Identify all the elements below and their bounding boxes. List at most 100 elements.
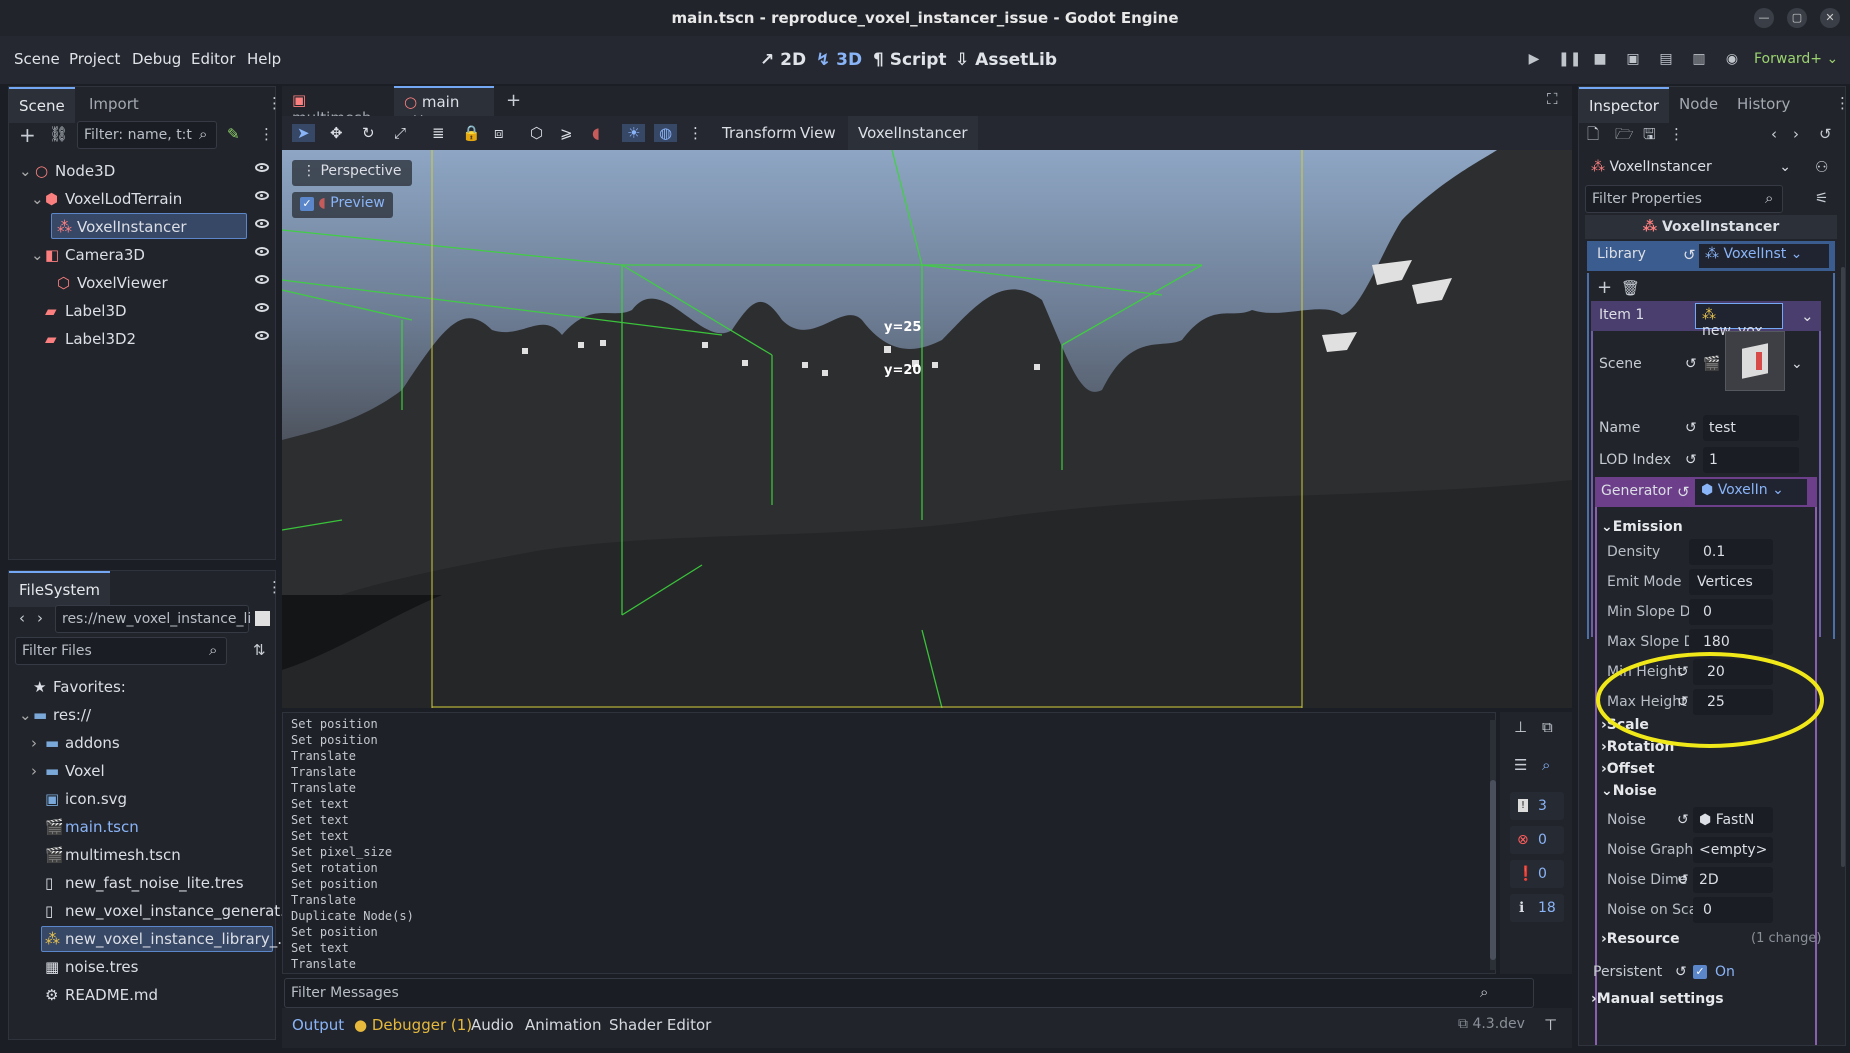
perspective-menu[interactable]: ⋮ Perspective: [292, 160, 412, 186]
group-icon[interactable]: ⧈: [494, 124, 504, 142]
move-tool-icon[interactable]: ✥: [330, 124, 343, 142]
min-slope-property[interactable]: Min Slope De 0: [1593, 597, 1845, 627]
scrollbar[interactable]: [1490, 720, 1496, 970]
noise-graph-property[interactable]: Noise Graph <empty>: [1593, 835, 1845, 865]
menu-kebab-icon[interactable]: ⋮: [1835, 96, 1845, 111]
3d-viewport[interactable]: y=25 y=20 ⋮ Perspective ✓ ◖ Preview: [282, 150, 1572, 708]
errors-filter[interactable]: ⊗ 0: [1510, 826, 1564, 854]
snap-icon[interactable]: ⩾: [560, 124, 573, 142]
object-params-icon[interactable]: ⚇: [1815, 160, 1828, 175]
tab-audio[interactable]: Audio: [471, 1016, 514, 1034]
lock-icon[interactable]: 🔒: [462, 124, 481, 142]
noise-property[interactable]: Noise ↺ ⬢ FastN: [1593, 805, 1845, 835]
link-icon[interactable]: ⛓: [49, 127, 68, 142]
list-select-icon[interactable]: ≣: [432, 124, 445, 142]
workspace-2d[interactable]: ↗ 2D: [760, 50, 806, 70]
tab-filesystem[interactable]: FileSystem: [9, 571, 111, 607]
menu-kebab-icon[interactable]: ⋮: [267, 580, 282, 595]
sun-preview-icon[interactable]: ☀: [622, 124, 646, 142]
menu-voxelinstancer[interactable]: VoxelInstancer: [848, 116, 978, 152]
inspector-scrollbar[interactable]: [1841, 267, 1845, 867]
more-icon[interactable]: ⋮: [688, 124, 703, 142]
collapse-icon[interactable]: ☰: [1514, 758, 1527, 773]
path-input[interactable]: res://new_voxel_instance_li: [55, 605, 251, 633]
rotate-tool-icon[interactable]: ↻: [362, 124, 375, 142]
tab-multimesh[interactable]: ▣ multimesh: [282, 86, 392, 127]
menu-help[interactable]: Help: [247, 50, 281, 68]
filter-files-input[interactable]: Filter Files: [15, 637, 227, 665]
more-icon[interactable]: ⋮: [1669, 127, 1684, 142]
noise-section[interactable]: ⌄Noise: [1601, 783, 1657, 799]
item-1-property[interactable]: Item 1 ⁂ new_vox ⌄: [1591, 301, 1821, 339]
tree-node-label3d2[interactable]: ▰ Label3D2: [9, 325, 279, 353]
menu-project[interactable]: Project: [69, 50, 120, 68]
fullscreen-icon[interactable]: ⛶: [1547, 92, 1558, 107]
add-tab-icon[interactable]: +: [506, 92, 521, 110]
file-icon-svg[interactable]: ▣ icon.svg: [9, 785, 279, 813]
menu-view[interactable]: View: [800, 124, 836, 142]
menu-transform[interactable]: Transform: [722, 124, 797, 142]
open-folder-icon[interactable]: 🗁: [1615, 127, 1634, 142]
play-scene-icon[interactable]: ▤: [1657, 51, 1675, 69]
preview-toggle[interactable]: ✓ ◖ Preview: [292, 192, 393, 218]
file-noise-lite[interactable]: ▯ new_fast_noise_lite.tres: [9, 869, 279, 897]
tree-node-node3d[interactable]: ⌄ ○ Node3D: [9, 157, 279, 185]
pin-icon[interactable]: ⊤: [1544, 1016, 1557, 1034]
tree-node-label3d[interactable]: ▰ Label3D: [9, 297, 279, 325]
file-noise-tres[interactable]: ▦ noise.tres: [9, 953, 279, 981]
filter-messages-input[interactable]: Filter Messages: [284, 978, 1534, 1008]
tree-node-voxelviewer[interactable]: ⬡ VoxelViewer: [9, 269, 279, 297]
copy-icon[interactable]: ⧉: [1542, 720, 1553, 735]
filter-properties-input[interactable]: Filter Properties: [1585, 185, 1783, 213]
file-instance-generator[interactable]: ▯ new_voxel_instance_generat...: [9, 897, 294, 925]
tab-output[interactable]: Output: [292, 1016, 344, 1034]
layout-toggle-icon[interactable]: [255, 611, 270, 626]
density-property[interactable]: Density 0.1: [1593, 537, 1845, 567]
noise-dimension-property[interactable]: Noise Dime ↺ 2D: [1593, 865, 1845, 895]
environment-preview-icon[interactable]: ◍: [654, 124, 678, 142]
select-tool-icon[interactable]: ➤: [292, 124, 315, 142]
options-icon[interactable]: ⋮: [259, 127, 274, 142]
forward-icon[interactable]: ›: [37, 611, 43, 626]
name-property[interactable]: Name ↺ test: [1591, 413, 1845, 443]
object-selector[interactable]: ⁂ VoxelInstancer ⌄: [1585, 155, 1797, 183]
tree-node-voxelinstancer[interactable]: ⁂ VoxelInstancer: [9, 213, 279, 241]
emission-section[interactable]: ⌄Emission: [1601, 519, 1683, 535]
offset-section[interactable]: ›Offset: [1601, 761, 1655, 777]
add-node-icon[interactable]: +: [19, 125, 36, 145]
tab-node[interactable]: Node: [1669, 87, 1728, 121]
warnings-filter[interactable]: ❗ 0: [1510, 860, 1564, 888]
menu-scene[interactable]: Scene: [14, 50, 60, 68]
library-property[interactable]: Library ↺ ⁂ VoxelInst ⌄: [1587, 241, 1835, 271]
emit-mode-property[interactable]: Emit Mode Vertices: [1593, 567, 1845, 597]
tools-icon[interactable]: ⚟: [1815, 191, 1828, 206]
info-filter[interactable]: ℹ 18: [1510, 894, 1564, 922]
clear-log-icon[interactable]: ⊥: [1514, 720, 1527, 735]
new-resource-icon[interactable]: 🗋: [1587, 127, 1599, 142]
workspace-assetlib[interactable]: ⇩ AssetLib: [955, 50, 1057, 70]
minimize-button[interactable]: —: [1754, 8, 1774, 28]
menu-debug[interactable]: Debug: [132, 50, 181, 68]
file-multimesh-tscn[interactable]: 🎬 multimesh.tscn: [9, 841, 279, 869]
forward-icon[interactable]: ›: [1793, 127, 1799, 142]
tree-node-camera3d[interactable]: ⌄ ◧ Camera3D: [9, 241, 279, 269]
pause-icon[interactable]: ❚❚: [1558, 51, 1581, 69]
renderer-select[interactable]: Forward+ ⌄: [1754, 51, 1838, 67]
scene-filter-input[interactable]: Filter: name, t:t: [77, 121, 217, 149]
file-main-tscn[interactable]: 🎬 main.tscn: [9, 813, 279, 841]
file-readme[interactable]: ⚙ README.md: [9, 981, 279, 1009]
movie-maker-icon[interactable]: ◉: [1723, 51, 1741, 69]
remote-debug-icon[interactable]: ▣: [1624, 51, 1642, 69]
play-icon[interactable]: ▶: [1525, 51, 1543, 69]
tab-inspector[interactable]: Inspector: [1579, 87, 1669, 123]
add-item-icon[interactable]: +: [1597, 279, 1612, 297]
search-toggle-icon[interactable]: ⌕: [1542, 758, 1550, 773]
back-icon[interactable]: ‹: [1771, 127, 1777, 142]
resource-section[interactable]: ›Resource: [1601, 931, 1680, 947]
tab-main[interactable]: ○ main ✕: [394, 86, 494, 129]
favorites[interactable]: ★ Favorites:: [9, 673, 279, 701]
history-icon[interactable]: ↺: [1819, 127, 1832, 142]
camera-override-icon[interactable]: ◖: [592, 124, 600, 142]
play-custom-icon[interactable]: ▥: [1690, 51, 1708, 69]
back-icon[interactable]: ‹: [19, 611, 25, 626]
